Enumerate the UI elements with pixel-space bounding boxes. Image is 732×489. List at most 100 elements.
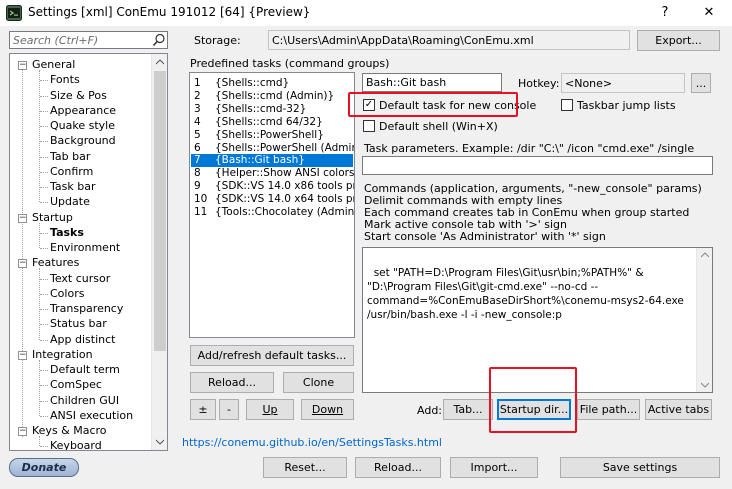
task-name-input[interactable]: Bash::Git bash [362,73,502,92]
tree-node-21[interactable]: ComSpec [50,378,102,391]
tree-node-15[interactable]: Colors [50,287,84,300]
tree-node-7[interactable]: Confirm [50,165,93,178]
add-task-button[interactable]: ± [190,399,216,420]
task-row[interactable]: 2 {Shells::cmd (Admin)} [191,90,353,103]
task-row[interactable]: 11 {Tools::Chocolatey (Admin)} [191,206,354,219]
tree-node-3[interactable]: Appearance [50,104,116,117]
help-link[interactable]: https://conemu.github.io/en/SettingsTask… [182,436,442,449]
storage-path-field[interactable]: C:\Users\Admin\AppData\Roaming\ConEmu.xm… [268,30,630,50]
task-row[interactable]: 9 {SDK::VS 14.0 x86 tools prompt} [191,180,354,193]
task-params-input[interactable] [362,156,713,175]
tree-node-22[interactable]: Children GUI [50,394,119,407]
import-button[interactable]: Import... [450,457,538,478]
tree-connector [40,110,48,112]
export-button[interactable]: Export... [637,30,720,51]
remove-task-button[interactable]: - [219,399,239,420]
hotkey-field[interactable]: <None> [561,73,685,93]
tree-collapse-toggle[interactable]: − [18,350,27,360]
taskbar-jump-checkbox[interactable] [561,99,573,111]
task-number: 2 [194,89,201,102]
tree-node-2[interactable]: Size & Pos [50,89,107,102]
task-name: {SDK::VS 14.0 x64 tools prompt} [215,193,354,206]
tree-node-8[interactable]: Task bar [50,180,95,193]
tree-node-0[interactable]: General [32,58,75,71]
tasks-list[interactable]: 1 {Shells::cmd} 2 {Shells::cmd (Admin)} 3 {Sh… [189,72,355,338]
scroll-down-arrow-icon[interactable] [701,382,709,388]
tree-node-12[interactable]: Environment [50,241,120,254]
tree-node-23[interactable]: ANSI execution [50,409,133,422]
tree-node-20[interactable]: Default term [50,363,120,376]
move-down-button[interactable]: Down [301,399,354,420]
task-row[interactable]: 6 {Shells::PowerShell (Admin)} [191,141,354,155]
task-number: 1 [194,77,201,89]
tree-connector [40,370,48,371]
tree-node-5[interactable]: Background [50,134,116,147]
default-shell-checkbox[interactable] [363,120,375,132]
task-row[interactable]: 4 {Shells::cmd 64/32} [191,116,353,129]
search-icon[interactable] [152,33,166,47]
title-bar: Settings [xml] ConEmu 191012 [64] {Previ… [0,0,732,26]
tree-node-6[interactable]: Tab bar [50,150,90,163]
tree-scrollbar[interactable] [151,54,167,450]
scroll-down-arrow-icon[interactable] [156,439,164,445]
task-row[interactable]: 1 {Shells::cmd} [191,77,353,90]
tree-connector [40,400,48,402]
tree-node-9[interactable]: Update [50,195,90,208]
tree-node-25[interactable]: Keyboard [50,439,102,450]
commands-scrollbar[interactable] [696,248,712,392]
tree-node-18[interactable]: App distinct [50,333,115,346]
tree-collapse-toggle[interactable]: − [18,213,27,223]
tree-collapse-toggle[interactable]: − [18,427,27,436]
close-button[interactable]: ✕ [694,3,724,23]
tree-collapse-toggle[interactable]: − [18,61,27,70]
hotkey-more-button[interactable]: ... [691,73,711,93]
settings-tree[interactable]: − General Fonts Size & Pos Appearance Quake s… [9,53,168,451]
scroll-up-arrow-icon[interactable] [156,59,164,65]
task-row[interactable]: 7 {Bash::Git bash} [191,154,353,168]
tree-node-4[interactable]: Quake style [50,119,115,132]
tree-connector [40,141,48,143]
task-row[interactable]: 10 {SDK::VS 14.0 x64 tools prompt} [191,193,354,206]
task-name: {Helper::Show ANSI colors} [215,167,355,180]
tree-node-16[interactable]: Transparency [50,302,123,315]
scroll-up-arrow-icon[interactable] [701,252,709,258]
clone-task-button[interactable]: Clone [283,372,354,393]
tree-connector [40,232,48,234]
help-button[interactable]: ? [650,3,680,23]
tree-node-13[interactable]: Features [32,256,79,269]
file-path-button[interactable]: File path... [577,399,640,420]
tree-node-24[interactable]: Keys & Macro [32,424,107,437]
tree-connector [40,156,48,158]
donate-button[interactable]: Donate [9,458,79,477]
task-row[interactable]: 5 {Shells::PowerShell} [191,129,353,142]
add-refresh-default-tasks-button[interactable]: Add/refresh default tasks... [190,345,354,366]
search-input[interactable]: Search (Ctrl+F) [9,31,168,49]
tree-node-10[interactable]: Startup [32,211,73,224]
save-settings-button[interactable]: Save settings [560,457,720,478]
add-tab-button[interactable]: Tab... [443,399,493,420]
active-tabs-button[interactable]: Active tabs [645,399,712,420]
tree-node-14[interactable]: Text cursor [50,272,110,285]
move-up-button[interactable]: Up [246,399,294,420]
task-row[interactable]: 8 {Helper::Show ANSI colors} [191,167,355,180]
commands-text: set "PATH=D:\Program Files\Git\usr\bin;%… [367,267,688,321]
tree-node-1[interactable]: Fonts [50,73,80,86]
taskbar-jump-label: Taskbar jump lists [577,99,676,112]
tree-node-11[interactable]: Tasks [50,226,84,239]
task-number: 6 [194,141,201,154]
task-number: 11 [194,206,208,218]
tree-connector [40,202,48,204]
task-name: {Shells::cmd (Admin)} [215,89,335,102]
tree-node-17[interactable]: Status bar [50,317,107,330]
tree-node-19[interactable]: Integration [32,348,93,361]
task-name: {SDK::VS 14.0 x86 tools prompt} [215,180,354,193]
task-number: 8 [194,167,201,180]
task-row[interactable]: 3 {Shells::cmd-32} [191,103,353,116]
tree-connector [40,248,48,249]
tree-scroll-thumb[interactable] [154,71,166,351]
footer-reload-button[interactable]: Reload... [355,457,441,478]
tree-connector [40,385,48,387]
tree-collapse-toggle[interactable]: − [18,259,27,269]
reload-tasks-button[interactable]: Reload... [190,372,274,393]
reset-button[interactable]: Reset... [263,457,347,478]
